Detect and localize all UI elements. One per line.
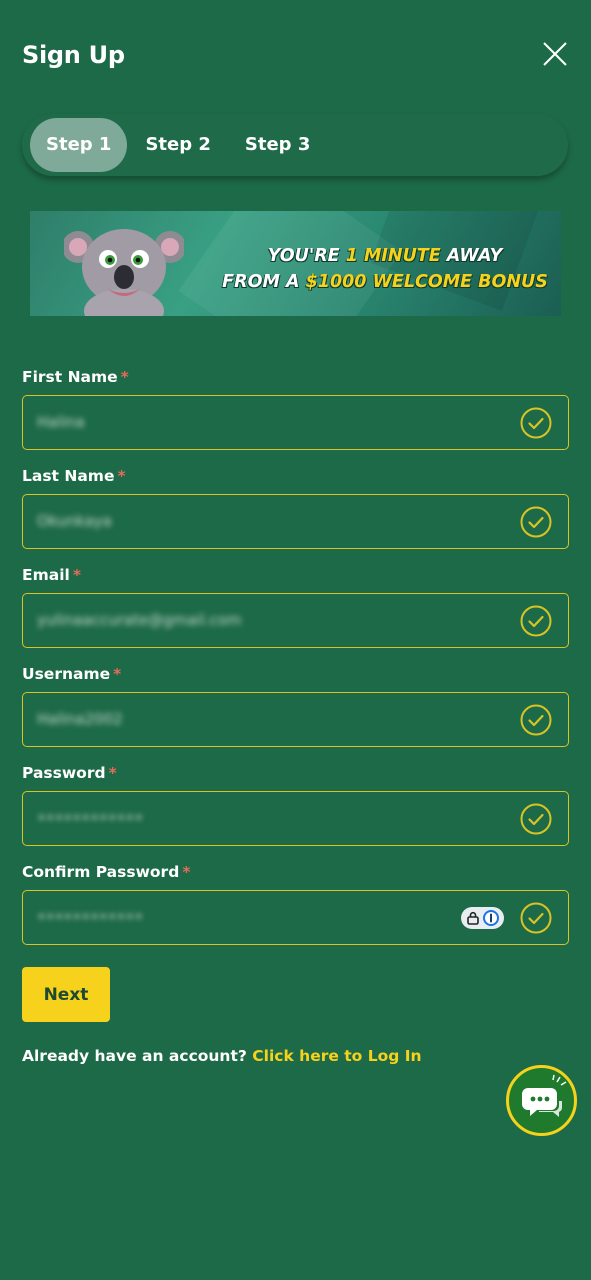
close-icon[interactable] [541, 40, 569, 68]
page-title: Sign Up [22, 41, 125, 69]
koala-mascot-icon [64, 229, 184, 316]
tab-step-3[interactable]: Step 3 [229, 118, 326, 172]
check-circle-icon [520, 803, 552, 835]
first-name-label: First Name * [22, 368, 129, 386]
banner-headline: YOU'RE 1 MINUTE AWAY FROM A $1000 WELCOM… [222, 246, 548, 292]
username-field [22, 692, 569, 747]
username-input[interactable] [37, 693, 457, 745]
first-name-input[interactable] [37, 396, 457, 448]
check-circle-icon [520, 704, 552, 736]
login-prompt-text: Already have an account? [22, 1047, 253, 1065]
login-prompt: Already have an account? Click here to L… [22, 1047, 422, 1065]
welcome-bonus-banner: YOU'RE 1 MINUTE AWAY FROM A $1000 WELCOM… [30, 211, 561, 316]
password-input[interactable] [37, 792, 457, 844]
tab-step-2[interactable]: Step 2 [129, 118, 226, 172]
password-manager-key-icon [482, 910, 499, 926]
header: Sign Up [22, 38, 569, 72]
chat-button[interactable] [506, 1065, 577, 1136]
step-tabs: Step 1 Step 2 Step 3 [22, 114, 568, 176]
password-manager-badge[interactable] [461, 907, 504, 929]
next-button[interactable]: Next [22, 967, 110, 1022]
check-circle-icon [520, 407, 552, 439]
password-field [22, 791, 569, 846]
confirm-password-field [22, 890, 569, 945]
confirm-password-label: Confirm Password * [22, 863, 191, 881]
chat-icon [522, 1074, 567, 1117]
lock-icon [467, 911, 480, 925]
email-label: Email * [22, 566, 81, 584]
confirm-password-input[interactable] [37, 891, 457, 943]
check-circle-icon [520, 902, 552, 934]
username-label: Username * [22, 665, 122, 683]
email-input[interactable] [37, 594, 457, 646]
password-label: Password * [22, 764, 117, 782]
last-name-label: Last Name * [22, 467, 126, 485]
login-link[interactable]: Click here to Log In [252, 1047, 421, 1065]
check-circle-icon [520, 605, 552, 637]
email-field [22, 593, 569, 648]
check-circle-icon [520, 506, 552, 538]
last-name-field [22, 494, 569, 549]
last-name-input[interactable] [37, 495, 457, 547]
tab-step-1[interactable]: Step 1 [30, 118, 128, 172]
first-name-field [22, 395, 569, 450]
